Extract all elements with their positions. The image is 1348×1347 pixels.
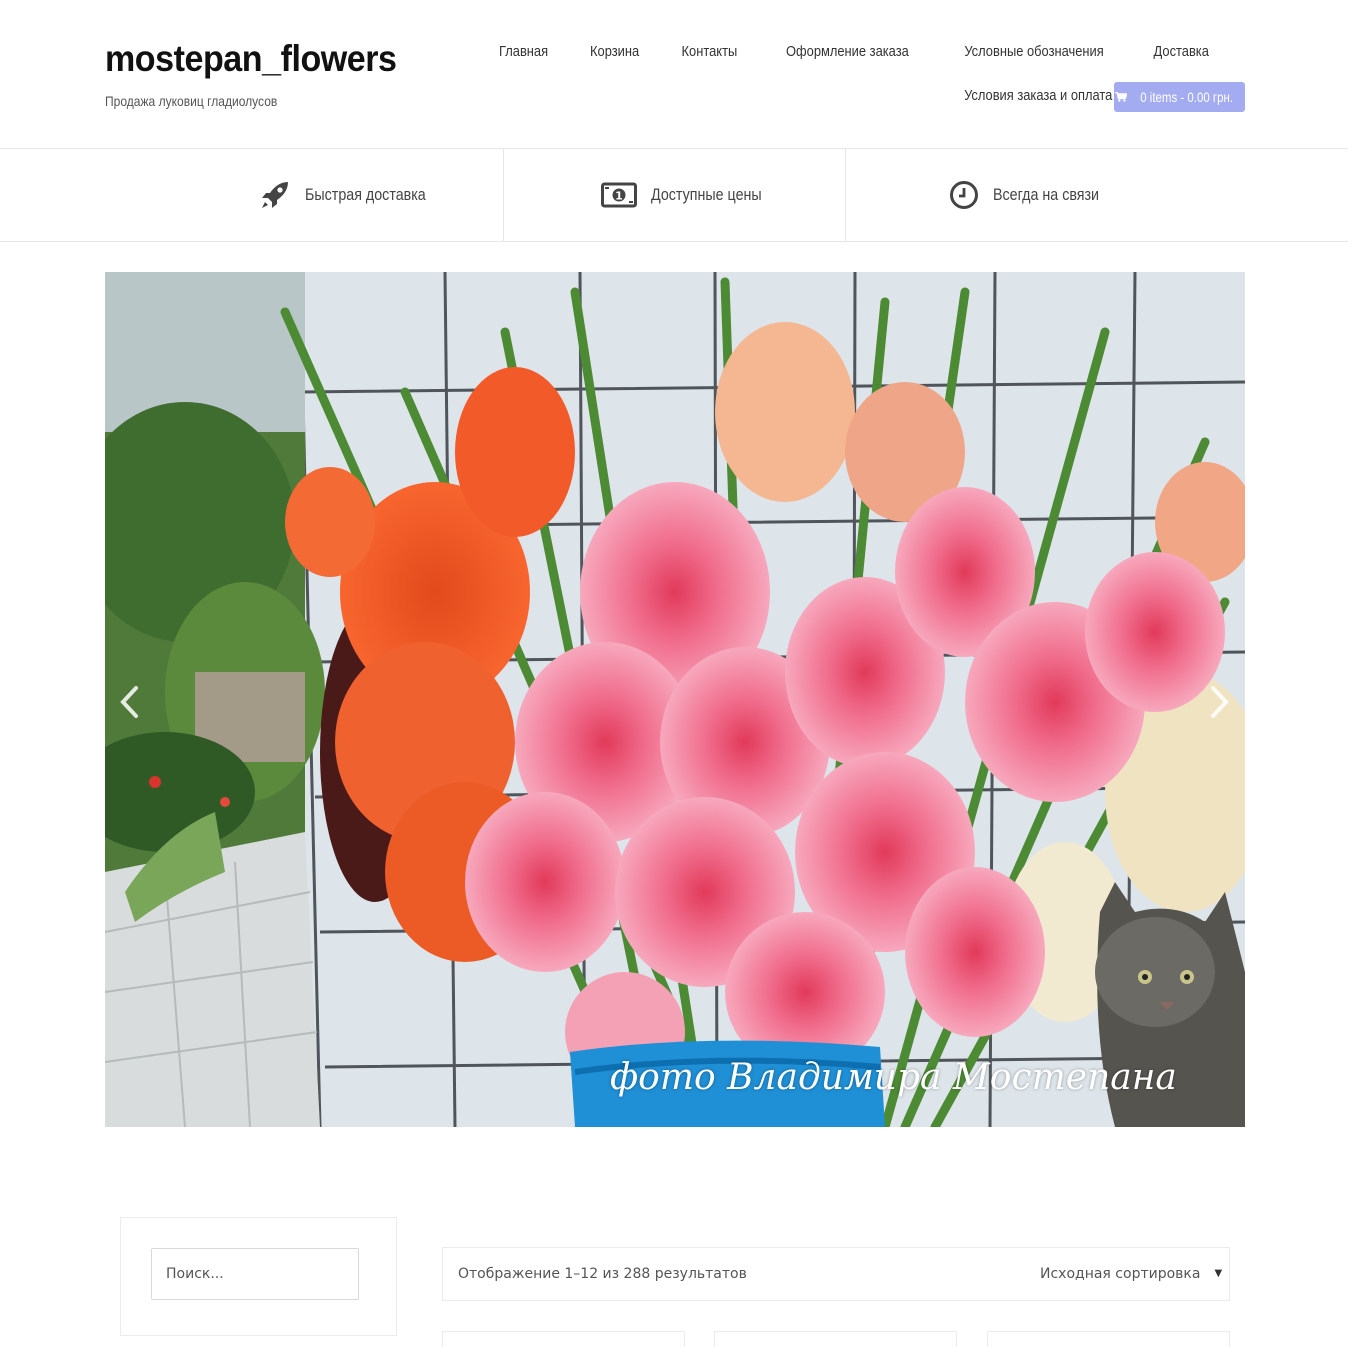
nav-item-legend[interactable]: Условные обозначения [949,43,1118,60]
site-title[interactable]: mostepan_flowers [105,38,397,80]
orderby-select[interactable]: Исходная сортировка ▼ [1040,1266,1222,1282]
product-card[interactable] [714,1331,957,1347]
chevron-right-icon[interactable] [1207,685,1231,719]
orderby-selected: Исходная сортировка [1040,1266,1201,1282]
money-icon: 1 [601,182,637,208]
main-nav-row2: Условия заказа и оплата [935,87,1141,105]
feature-affordable-prices: 1 Доступные цены [601,149,783,241]
product-card[interactable] [442,1331,685,1347]
nav-item-cart[interactable]: Корзина [575,43,653,60]
feature-label: Доступные цены [651,185,762,204]
rocket-icon [262,182,288,208]
feature-divider [503,149,504,241]
main-nav: Главная Корзина Контакты Оформление зака… [478,43,1230,60]
search-widget [120,1217,397,1336]
caret-down-icon: ▼ [1214,1268,1223,1279]
nav-item-terms[interactable]: Условия заказа и оплата [949,87,1127,104]
slide-caption: фото Владимира Мостепана [610,1057,1177,1098]
nav-item-contacts[interactable]: Контакты [667,43,752,60]
shopping-cart-icon [1115,92,1128,102]
clock-icon [950,181,978,209]
cart-summary: 0 items - 0.00 грн. [1140,89,1234,105]
nav-item-home[interactable]: Главная [484,43,562,60]
site-header: mostepan_flowers Продажа луковиц гладиол… [0,0,1348,148]
site-tagline: Продажа луковиц гладиолусов [105,93,278,109]
shop-toolbar: Отображение 1–12 из 288 результатов Исхо… [442,1247,1230,1301]
chevron-left-icon[interactable] [118,685,142,719]
product-card[interactable] [987,1331,1230,1347]
slide-photo [105,272,1245,1127]
search-input[interactable] [151,1248,359,1300]
result-count: Отображение 1–12 из 288 результатов [458,1266,747,1282]
feature-label: Всегда на связи [993,185,1100,204]
cart-button[interactable]: 0 items - 0.00 грн. [1114,82,1245,112]
nav-item-checkout[interactable]: Оформление заказа [771,43,923,60]
features-bar: Быстрая доставка 1 Доступные цены Всегда… [0,148,1348,242]
feature-divider [845,149,846,241]
feature-fast-delivery: Быстрая доставка [259,149,449,241]
nav-item-delivery[interactable]: Доставка [1138,43,1223,60]
hero-slider[interactable]: фото Владимира Мостепана [105,272,1245,1127]
svg-text:1: 1 [615,190,623,203]
feature-always-available: Всегда на связи [949,149,1119,241]
feature-label: Быстрая доставка [305,185,426,204]
